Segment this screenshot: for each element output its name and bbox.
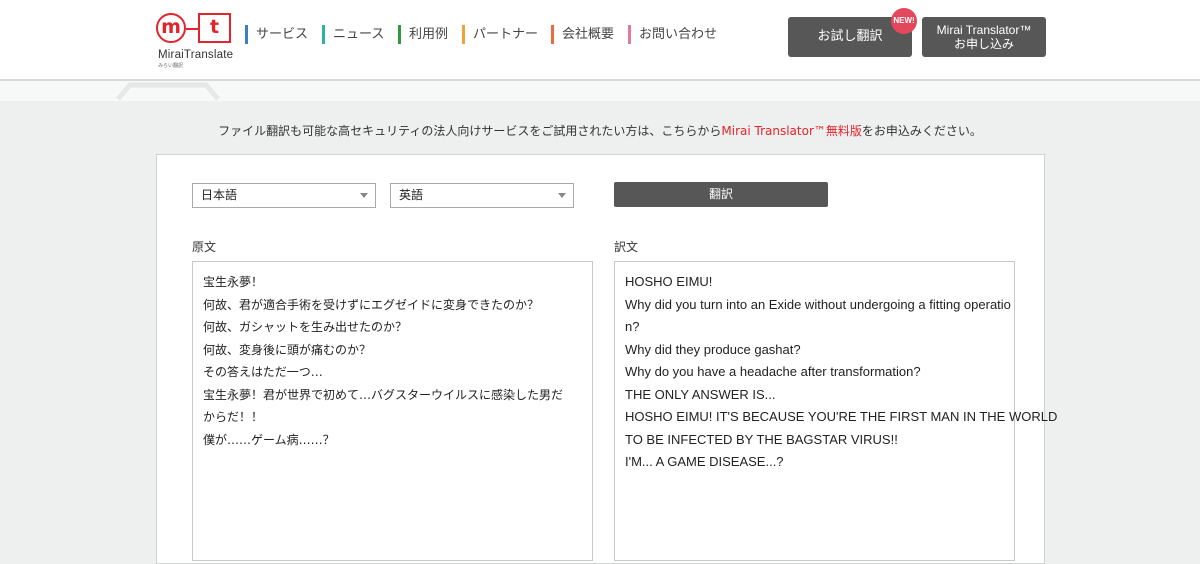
target-line: I'M... A GAME DISEASE...? <box>625 454 784 469</box>
target-line: HOSHO EIMU! IT'S BECAUSE YOU'RE THE FIRS… <box>625 409 1058 424</box>
target-text-label: 訳文 <box>614 240 639 254</box>
apply-button-line1: Mirai Translator™ <box>936 23 1032 37</box>
nav-item-partners[interactable]: パートナー <box>462 25 538 44</box>
chevron-down-icon <box>558 193 566 198</box>
logo-t-square: t <box>198 13 231 43</box>
source-line: その答えはただ一つ… <box>203 365 323 379</box>
site-header: m t MiraiTranslate みらい翻訳 サービス ニュース 利用例 パ… <box>0 0 1200 81</box>
mirai-translate-logo[interactable]: m t MiraiTranslate みらい翻訳 <box>155 12 237 69</box>
logo-brand-text: MiraiTranslate <box>158 49 234 61</box>
mirai-translator-free-link[interactable]: Mirai Translator™無料版 <box>721 124 862 138</box>
target-line: THE ONLY ANSWER IS... <box>625 386 776 402</box>
nav-item-use-cases[interactable]: 利用例 <box>398 25 448 44</box>
source-line: 宝生永夢！君が世界で初めて…バグスターウイルスに感染した男だ <box>203 387 564 402</box>
target-language-select[interactable]: 英語 <box>390 183 574 208</box>
target-line: HOSHO EIMU! <box>625 274 713 289</box>
source-language-value: 日本語 <box>201 188 238 202</box>
source-line: 僕が……ゲーム病……？ <box>203 432 335 447</box>
target-line: n? <box>625 319 640 334</box>
target-line: TO BE INFECTED BY THE BAGSTAR VIRUS!! <box>625 431 898 447</box>
decorative-chevron-icon <box>116 82 220 101</box>
target-line: Why do you have a headache after transfo… <box>625 364 921 379</box>
source-line: 何故、君が適合手術を受けずにエグゼイドに変身できたのか？ <box>203 297 540 312</box>
source-text-area[interactable]: 宝生永夢！ 何故、君が適合手術を受けずにエグゼイドに変身できたのか？ 何故、ガシ… <box>192 261 593 561</box>
source-text-label: 原文 <box>192 240 217 254</box>
logo-m-circle: m <box>156 13 186 43</box>
target-line: Why did they produce gashat? <box>625 341 801 357</box>
nav-item-contact[interactable]: お問い合わせ <box>628 25 717 44</box>
apply-mirai-translator-button[interactable]: Mirai Translator™ お申し込み <box>922 17 1046 57</box>
source-line: 何故、ガシャットを生み出せたのか？ <box>203 320 408 334</box>
translation-output-area[interactable]: HOSHO EIMU! Why did you turn into an Exi… <box>614 261 1058 561</box>
service-notice: ファイル翻訳も可能な高セキュリティの法人向けサービスをご試用されたい方は、こちら… <box>0 122 1200 139</box>
target-language-value: 英語 <box>399 188 424 202</box>
chevron-down-icon <box>360 193 368 198</box>
nav-item-service[interactable]: サービス <box>245 25 308 44</box>
new-badge: NEW! <box>891 8 917 34</box>
logo-connector <box>186 28 198 30</box>
notice-text-before: ファイル翻訳も可能な高セキュリティの法人向けサービスをご試用されたい方は、こちら… <box>218 124 722 138</box>
nav-item-news[interactable]: ニュース <box>322 25 384 44</box>
translate-button[interactable]: 翻訳 <box>614 182 828 207</box>
nav-item-company[interactable]: 会社概要 <box>551 25 614 44</box>
source-line: からだ！！ <box>203 410 264 424</box>
notice-text-after: をお申込みください。 <box>861 124 982 138</box>
source-line: 宝生永夢！ <box>203 275 264 289</box>
source-line: 何故、変身後に頭が痛むのか？ <box>203 342 372 357</box>
source-language-select[interactable]: 日本語 <box>192 183 376 208</box>
logo-brand-subtext: みらい翻訳 <box>158 63 184 69</box>
apply-button-line2: お申し込み <box>953 37 1014 51</box>
target-line: Why did you turn into an Exide without u… <box>625 296 1011 312</box>
